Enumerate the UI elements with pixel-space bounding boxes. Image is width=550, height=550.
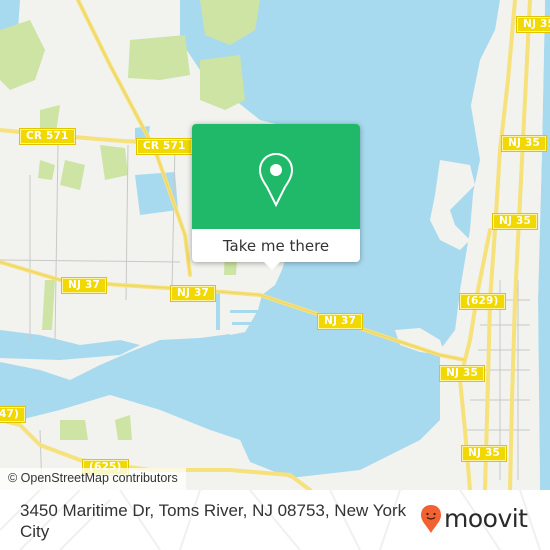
- take-me-there-button[interactable]: Take me there: [192, 229, 360, 262]
- map-view[interactable]: CR 571 CR 571 NJ 37 NJ 37 NJ 37 NJ 35 NJ…: [0, 0, 550, 490]
- road-shield: NJ 37: [61, 277, 107, 294]
- map-attribution[interactable]: © OpenStreetMap contributors: [0, 468, 186, 490]
- road-shield: CR 571: [136, 138, 193, 155]
- road-shield: NJ 37: [317, 313, 363, 330]
- address-text: 3450 Maritime Dr, Toms River, NJ 08753, …: [20, 501, 407, 541]
- road-shield: NJ 35: [461, 445, 507, 462]
- road-shield: NJ 35: [439, 365, 485, 382]
- park-area: [128, 35, 190, 80]
- footer-bar: 3450 Maritime Dr, Toms River, NJ 08753, …: [0, 490, 550, 550]
- road-shield: (629): [459, 293, 506, 310]
- moovit-logo[interactable]: moovit: [420, 504, 528, 534]
- moovit-pin-smile-icon: [421, 505, 441, 533]
- road-shield: NJ 35: [492, 213, 538, 230]
- location-popup: Take me there: [192, 124, 360, 270]
- road-shield: NJ 35: [516, 16, 550, 33]
- road-shield: CR 571: [19, 128, 76, 145]
- road-shield: NJ 35: [501, 135, 547, 152]
- map-pin-icon: [258, 152, 294, 208]
- road-shield: NJ 37: [170, 285, 216, 302]
- popup-pointer: [263, 261, 281, 270]
- road-shield: (47): [0, 406, 27, 423]
- popup-header: [192, 124, 360, 229]
- brand-name: moovit: [444, 504, 528, 533]
